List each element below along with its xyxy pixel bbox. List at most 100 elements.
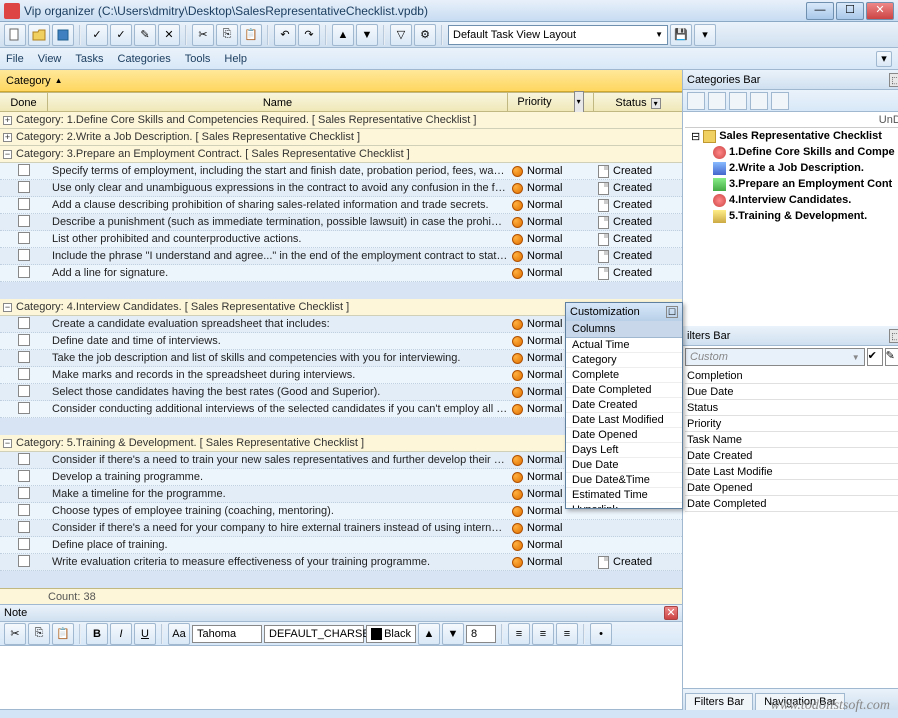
- filter-row[interactable]: Due Date▾: [685, 384, 898, 400]
- filter-edit-icon[interactable]: ✎: [885, 348, 898, 366]
- menu-file[interactable]: File: [6, 53, 24, 65]
- menu-help[interactable]: Help: [224, 53, 247, 65]
- minimize-button[interactable]: —: [806, 2, 834, 20]
- customization-item[interactable]: Due Date: [566, 458, 682, 473]
- task-row[interactable]: List other prohibited and counterproduct…: [0, 231, 682, 248]
- note-editor[interactable]: [0, 646, 682, 710]
- customization-item[interactable]: Actual Time: [566, 338, 682, 353]
- checkbox-icon[interactable]: [18, 538, 30, 550]
- filter-row[interactable]: Date Opened▾: [685, 480, 898, 496]
- checkbox-icon[interactable]: [18, 453, 30, 465]
- checkbox-icon[interactable]: [18, 215, 30, 227]
- checkbox-icon[interactable]: [18, 317, 30, 329]
- close-button[interactable]: ✕: [866, 2, 894, 20]
- align-center-icon[interactable]: ≡: [532, 623, 554, 645]
- task-row[interactable]: Consider if there's a need for your comp…: [0, 520, 682, 537]
- customization-item[interactable]: Date Last Modified: [566, 413, 682, 428]
- menu-chevron-icon[interactable]: ▾: [876, 51, 892, 67]
- note-close-icon[interactable]: ✕: [664, 606, 678, 620]
- ed-cut-icon[interactable]: ✂: [4, 623, 26, 645]
- checkbox-icon[interactable]: [18, 402, 30, 414]
- delete-icon[interactable]: ✕: [158, 24, 180, 46]
- layout-save-icon[interactable]: 💾: [670, 24, 692, 46]
- col-name[interactable]: Name: [48, 93, 508, 111]
- menu-tasks[interactable]: Tasks: [75, 53, 103, 65]
- move-up-icon[interactable]: ▲: [332, 24, 354, 46]
- font-dlg-icon[interactable]: Aa: [168, 623, 190, 645]
- filter-row[interactable]: Status▾: [685, 400, 898, 416]
- cat-new-icon[interactable]: [687, 92, 705, 110]
- checkbox-icon[interactable]: [18, 385, 30, 397]
- tree-item[interactable]: 4.Interview Candidates.66: [685, 192, 898, 208]
- cell-done[interactable]: [0, 249, 48, 264]
- panel-pin-icon[interactable]: ⬚: [889, 73, 898, 87]
- checkbox-icon[interactable]: [18, 351, 30, 363]
- move-down-icon[interactable]: ▼: [356, 24, 378, 46]
- categories-tree[interactable]: UnD...T... ⊟ Sales Representative Checkl…: [683, 112, 898, 326]
- customization-tab[interactable]: Columns: [566, 321, 682, 338]
- cell-done[interactable]: [0, 232, 48, 247]
- new-task-icon[interactable]: ✓: [86, 24, 108, 46]
- filter-row[interactable]: Priority▾: [685, 416, 898, 432]
- customization-item[interactable]: Date Completed: [566, 383, 682, 398]
- cat-refresh-icon[interactable]: [771, 92, 789, 110]
- grouping-header[interactable]: Category ▲: [0, 70, 682, 92]
- category-row[interactable]: +Category: 1.Define Core Skills and Comp…: [0, 112, 682, 129]
- cell-done[interactable]: [0, 334, 48, 349]
- menu-view[interactable]: View: [38, 53, 62, 65]
- customization-item[interactable]: Complete: [566, 368, 682, 383]
- ed-paste-icon[interactable]: 📋: [52, 623, 74, 645]
- layout-opts-icon[interactable]: ▾: [694, 24, 716, 46]
- task-row[interactable]: Write evaluation criteria to measure eff…: [0, 554, 682, 571]
- size-up-icon[interactable]: ▲: [418, 623, 440, 645]
- panel-pin-icon[interactable]: ⬚: [889, 329, 898, 343]
- underline-icon[interactable]: U: [134, 623, 156, 645]
- ed-copy-icon[interactable]: ⎘: [28, 623, 50, 645]
- filter-row[interactable]: Date Completed▾: [685, 496, 898, 512]
- checkbox-icon[interactable]: [18, 470, 30, 482]
- checkbox-icon[interactable]: [18, 266, 30, 278]
- edit-icon[interactable]: ✎: [134, 24, 156, 46]
- expand-icon[interactable]: −: [3, 303, 12, 312]
- customization-item[interactable]: Date Opened: [566, 428, 682, 443]
- checkbox-icon[interactable]: [18, 555, 30, 567]
- cell-done[interactable]: [0, 504, 48, 519]
- cell-done[interactable]: [0, 368, 48, 383]
- menu-categories[interactable]: Categories: [118, 53, 171, 65]
- checkbox-icon[interactable]: [18, 521, 30, 533]
- checkbox-icon[interactable]: [18, 164, 30, 176]
- filter-apply-icon[interactable]: ✔: [867, 348, 883, 366]
- cat-sub-icon[interactable]: [708, 92, 726, 110]
- bold-icon[interactable]: B: [86, 623, 108, 645]
- cell-done[interactable]: [0, 487, 48, 502]
- cell-done[interactable]: [0, 453, 48, 468]
- expand-icon[interactable]: +: [3, 133, 12, 142]
- checkbox-icon[interactable]: [18, 181, 30, 193]
- tree-item[interactable]: 3.Prepare an Employment Cont77: [685, 176, 898, 192]
- layout-combo[interactable]: Default Task View Layout ▼: [448, 25, 668, 45]
- task-row[interactable]: Define place of training.Normal: [0, 537, 682, 554]
- expand-icon[interactable]: −: [3, 150, 12, 159]
- task-row[interactable]: Describe a punishment (such as immediate…: [0, 214, 682, 231]
- redo-icon[interactable]: ↷: [298, 24, 320, 46]
- cell-done[interactable]: [0, 317, 48, 332]
- new-file-icon[interactable]: [4, 24, 26, 46]
- paste-icon[interactable]: 📋: [240, 24, 262, 46]
- cell-done[interactable]: [0, 215, 48, 230]
- customization-item[interactable]: Date Created: [566, 398, 682, 413]
- customization-item[interactable]: Category: [566, 353, 682, 368]
- menu-tools[interactable]: Tools: [185, 53, 211, 65]
- cell-done[interactable]: [0, 266, 48, 281]
- cell-done[interactable]: [0, 164, 48, 179]
- checkbox-icon[interactable]: [18, 249, 30, 261]
- col-status[interactable]: Status▾: [594, 93, 682, 111]
- filter-row[interactable]: Task Name▾: [685, 432, 898, 448]
- align-left-icon[interactable]: ≡: [508, 623, 530, 645]
- undo-icon[interactable]: ↶: [274, 24, 296, 46]
- cat-edit-icon[interactable]: [729, 92, 747, 110]
- customization-item[interactable]: Estimated Time: [566, 488, 682, 503]
- filter-search-input[interactable]: Custom▼: [685, 348, 865, 366]
- open-file-icon[interactable]: [28, 24, 50, 46]
- col-done[interactable]: Done: [0, 93, 48, 111]
- filter-icon[interactable]: ▽: [390, 24, 412, 46]
